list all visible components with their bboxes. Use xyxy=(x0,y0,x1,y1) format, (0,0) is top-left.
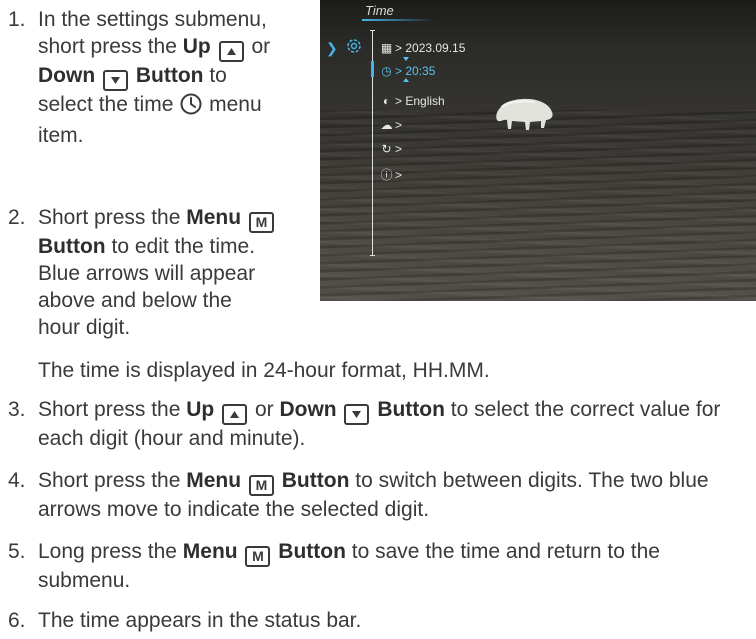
step-text: Short press the Menu M Button to edit th… xyxy=(38,204,278,341)
step-number: 5. xyxy=(8,540,26,563)
edit-arrow-down-icon xyxy=(403,78,409,82)
step-4: 4. Short press the Menu M Button to swit… xyxy=(8,467,738,523)
step-3: 3. Short press the Up or Down Button to … xyxy=(8,396,738,452)
menu-item-date[interactable]: ▦ > 2023.09.15 xyxy=(380,41,466,55)
step-text: Short press the Menu M Button to switch … xyxy=(38,469,709,521)
step-1: 1. In the settings submenu, short press … xyxy=(8,6,278,149)
reset-icon: ↻ xyxy=(381,142,392,156)
up-key-icon xyxy=(218,41,244,62)
step-2: 2. Short press the Menu M Button to edit… xyxy=(8,204,278,341)
step-number: 1. xyxy=(8,8,26,31)
edit-arrow-up-icon xyxy=(403,57,409,61)
step-5: 5. Long press the Menu M Button to save … xyxy=(8,538,738,594)
step-number: 3. xyxy=(8,398,26,421)
cloud-upload-icon: ☁ xyxy=(380,118,393,132)
chevron-right-icon: ❯ xyxy=(326,40,338,56)
menu-item-info[interactable]: ⓘ > xyxy=(380,166,402,183)
step-text: The time appears in the status bar. xyxy=(38,609,362,632)
step-number: 6. xyxy=(8,609,26,632)
step-2-note: The time is displayed in 24-hour format,… xyxy=(8,357,738,384)
step-text: Short press the Up or Down Button to sel… xyxy=(38,398,721,450)
gear-icon xyxy=(347,39,361,53)
menu-item-time[interactable]: ◷ > 20:35 xyxy=(380,64,435,78)
menu-key-icon: M xyxy=(245,546,271,567)
clock-icon xyxy=(180,93,202,122)
menu-item-language[interactable]: ◐ > English xyxy=(380,94,445,108)
menu-key-icon: M xyxy=(248,475,274,496)
step-number: 4. xyxy=(8,469,26,492)
up-key-icon xyxy=(222,404,248,425)
step-text: The time is displayed in 24-hour format,… xyxy=(38,359,490,382)
step-text: In the settings submenu, short press the… xyxy=(38,8,271,147)
down-key-icon xyxy=(344,404,370,425)
selection-indicator xyxy=(371,61,374,77)
calendar-icon: ▦ xyxy=(380,41,393,55)
title-underline xyxy=(362,19,434,21)
ground-texture xyxy=(320,110,756,301)
globe-icon: ◐ xyxy=(382,94,391,108)
info-icon: ⓘ xyxy=(380,168,393,182)
menu-item-reset[interactable]: ↻ > xyxy=(380,142,402,156)
scrollbar-bottom-tick xyxy=(370,255,375,256)
scrollbar-top-tick xyxy=(370,30,375,31)
menu-item-update[interactable]: ☁ > xyxy=(380,118,403,132)
down-key-icon xyxy=(103,70,128,91)
menu-title: Time xyxy=(365,3,394,18)
clock-icon: ◷ xyxy=(381,64,392,78)
step-6: 6. The time appears in the status bar. xyxy=(8,607,738,634)
step-text: Long press the Menu M Button to save the… xyxy=(38,540,660,592)
device-screenshot: Time ❯ ▦ > 2023.09.15 ◷ > 20:35 ◐ > English… xyxy=(320,0,756,301)
boar-thermal-image xyxy=(496,98,553,130)
menu-key-icon: M xyxy=(248,212,274,233)
step-number: 2. xyxy=(8,206,26,229)
